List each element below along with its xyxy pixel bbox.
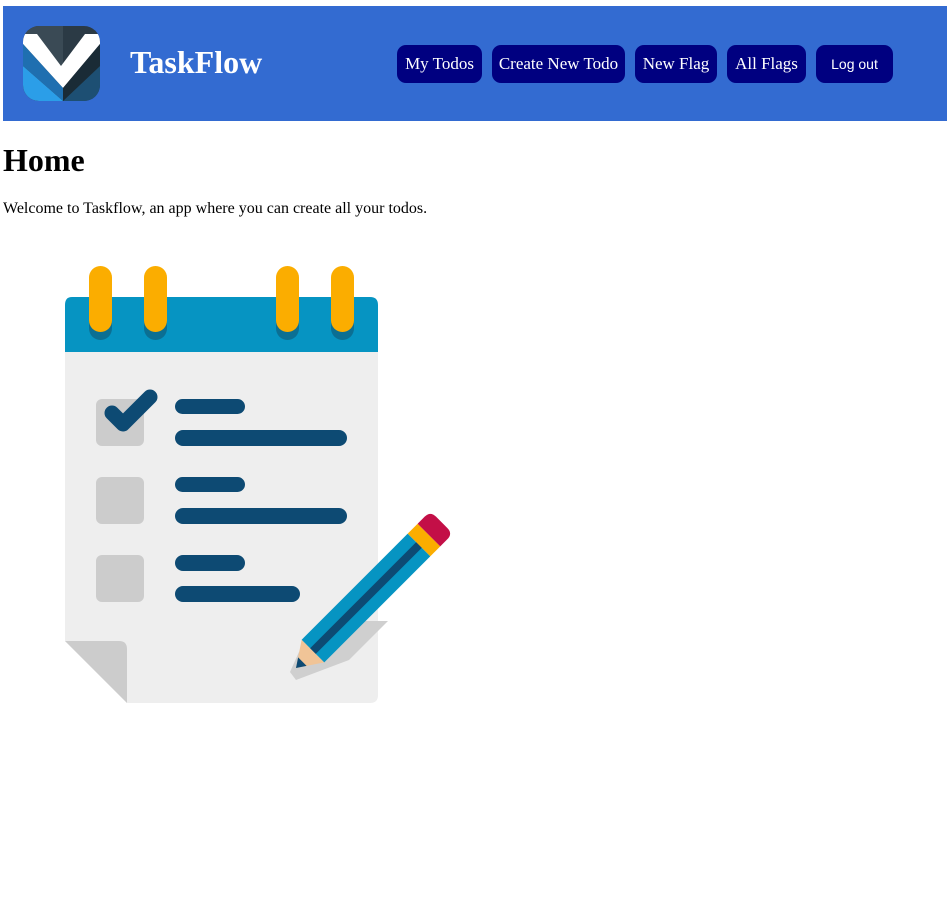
brand-name[interactable]: TaskFlow <box>130 42 262 82</box>
taskflow-logo-icon[interactable] <box>23 26 100 101</box>
page-title: Home <box>3 142 85 178</box>
nav-create-todo-button[interactable]: Create New Todo <box>492 45 625 83</box>
todo-checklist-illustration-icon <box>65 266 451 703</box>
welcome-text: Welcome to Taskflow, an app where you ca… <box>3 200 428 217</box>
logout-button[interactable]: Log out <box>816 45 893 83</box>
nav-new-flag-button[interactable]: New Flag <box>635 45 717 83</box>
top-navbar: TaskFlow My Todos Create New Todo New Fl… <box>3 6 947 121</box>
nav-my-todos-button[interactable]: My Todos <box>397 45 482 83</box>
nav-all-flags-button[interactable]: All Flags <box>727 45 806 83</box>
